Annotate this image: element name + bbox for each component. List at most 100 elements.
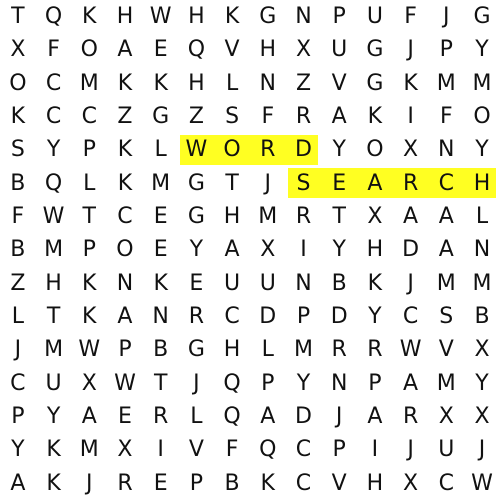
grid-cell[interactable]: T bbox=[321, 200, 357, 233]
grid-cell[interactable]: M bbox=[464, 267, 500, 300]
grid-cell[interactable]: H bbox=[179, 67, 215, 100]
grid-cell[interactable]: Z bbox=[179, 100, 215, 133]
grid-cell[interactable]: A bbox=[107, 300, 143, 333]
grid-cell[interactable]: N bbox=[107, 267, 143, 300]
grid-cell[interactable]: G bbox=[179, 200, 215, 233]
grid-cell[interactable]: J bbox=[321, 400, 357, 433]
grid-cell[interactable]: C bbox=[286, 467, 322, 500]
grid-cell[interactable]: Y bbox=[179, 233, 215, 266]
grid-cell[interactable]: K bbox=[357, 267, 393, 300]
grid-cell[interactable]: L bbox=[0, 300, 36, 333]
grid-cell[interactable]: M bbox=[36, 233, 72, 266]
grid-cell[interactable]: K bbox=[143, 267, 179, 300]
grid-cell[interactable]: X bbox=[357, 200, 393, 233]
grid-cell[interactable]: U bbox=[214, 267, 250, 300]
grid-cell[interactable]: K bbox=[214, 0, 250, 33]
grid-cell[interactable]: C bbox=[393, 300, 429, 333]
grid-cell[interactable]: A bbox=[321, 100, 357, 133]
grid-cell[interactable]: F bbox=[0, 200, 36, 233]
grid-cell[interactable]: T bbox=[214, 167, 250, 200]
grid-cell[interactable]: V bbox=[321, 467, 357, 500]
grid-cell[interactable]: A bbox=[107, 33, 143, 66]
grid-cell[interactable]: A bbox=[357, 400, 393, 433]
grid-cell[interactable]: C bbox=[36, 67, 72, 100]
grid-cell[interactable]: F bbox=[393, 0, 429, 33]
grid-cell[interactable]: Q bbox=[36, 0, 72, 33]
grid-cell[interactable]: D bbox=[286, 400, 322, 433]
grid-cell[interactable]: X bbox=[286, 33, 322, 66]
grid-cell[interactable]: C bbox=[71, 100, 107, 133]
grid-cell[interactable]: K bbox=[107, 67, 143, 100]
grid-cell[interactable]: U bbox=[250, 267, 286, 300]
grid-cell[interactable]: D bbox=[393, 233, 429, 266]
grid-cell[interactable]: X bbox=[464, 400, 500, 433]
grid-cell[interactable]: M bbox=[36, 333, 72, 366]
grid-cell[interactable]: E bbox=[107, 400, 143, 433]
grid-cell[interactable]: N bbox=[250, 67, 286, 100]
grid-cell[interactable]: C bbox=[428, 167, 464, 200]
grid-cell[interactable]: U bbox=[357, 0, 393, 33]
grid-cell[interactable]: M bbox=[428, 367, 464, 400]
grid-cell[interactable]: B bbox=[0, 233, 36, 266]
grid-cell[interactable]: G bbox=[179, 167, 215, 200]
grid-cell[interactable]: S bbox=[214, 100, 250, 133]
grid-cell[interactable]: M bbox=[428, 67, 464, 100]
grid-cell[interactable]: C bbox=[286, 433, 322, 466]
grid-cell[interactable]: P bbox=[107, 333, 143, 366]
grid-cell[interactable]: J bbox=[464, 433, 500, 466]
grid-cell[interactable]: Y bbox=[464, 133, 500, 166]
grid-cell[interactable]: N bbox=[428, 133, 464, 166]
grid-cell[interactable]: V bbox=[321, 67, 357, 100]
grid-cell[interactable]: E bbox=[143, 33, 179, 66]
grid-cell[interactable]: S bbox=[0, 133, 36, 166]
grid-cell[interactable]: W bbox=[179, 133, 215, 166]
grid-cell[interactable]: P bbox=[0, 400, 36, 433]
grid-cell[interactable]: H bbox=[214, 333, 250, 366]
grid-cell[interactable]: F bbox=[36, 33, 72, 66]
grid-cell[interactable]: C bbox=[428, 467, 464, 500]
grid-cell[interactable]: Y bbox=[464, 367, 500, 400]
grid-cell[interactable]: K bbox=[71, 0, 107, 33]
grid-cell[interactable]: W bbox=[71, 333, 107, 366]
grid-cell[interactable]: L bbox=[464, 200, 500, 233]
grid-cell[interactable]: M bbox=[464, 67, 500, 100]
grid-cell[interactable]: N bbox=[286, 0, 322, 33]
grid-cell[interactable]: P bbox=[179, 467, 215, 500]
grid-cell[interactable]: K bbox=[357, 100, 393, 133]
grid-cell[interactable]: W bbox=[107, 367, 143, 400]
grid-cell[interactable]: Q bbox=[36, 167, 72, 200]
grid-cell[interactable]: H bbox=[214, 200, 250, 233]
grid-cell[interactable]: O bbox=[464, 100, 500, 133]
grid-cell[interactable]: X bbox=[393, 133, 429, 166]
grid-cell[interactable]: Y bbox=[321, 233, 357, 266]
grid-cell[interactable]: V bbox=[179, 433, 215, 466]
grid-cell[interactable]: R bbox=[393, 167, 429, 200]
grid-cell[interactable]: Z bbox=[286, 67, 322, 100]
grid-cell[interactable]: G bbox=[464, 0, 500, 33]
grid-cell[interactable]: R bbox=[393, 400, 429, 433]
grid-cell[interactable]: X bbox=[464, 333, 500, 366]
grid-cell[interactable]: E bbox=[143, 233, 179, 266]
grid-cell[interactable]: M bbox=[250, 200, 286, 233]
grid-cell[interactable]: L bbox=[250, 333, 286, 366]
grid-cell[interactable]: Q bbox=[214, 367, 250, 400]
grid-cell[interactable]: G bbox=[250, 0, 286, 33]
grid-cell[interactable]: M bbox=[143, 167, 179, 200]
grid-cell[interactable]: Y bbox=[36, 400, 72, 433]
grid-cell[interactable]: X bbox=[393, 467, 429, 500]
grid-cell[interactable]: A bbox=[0, 467, 36, 500]
grid-cell[interactable]: Z bbox=[0, 267, 36, 300]
grid-cell[interactable]: H bbox=[357, 233, 393, 266]
grid-cell[interactable]: J bbox=[428, 0, 464, 33]
grid-cell[interactable]: C bbox=[214, 300, 250, 333]
grid-cell[interactable]: I bbox=[357, 433, 393, 466]
grid-cell[interactable]: F bbox=[428, 100, 464, 133]
grid-cell[interactable]: Q bbox=[179, 33, 215, 66]
grid-cell[interactable]: U bbox=[36, 367, 72, 400]
grid-cell[interactable]: A bbox=[428, 200, 464, 233]
grid-cell[interactable]: O bbox=[71, 33, 107, 66]
grid-cell[interactable]: R bbox=[143, 400, 179, 433]
grid-cell[interactable]: V bbox=[428, 333, 464, 366]
grid-cell[interactable]: L bbox=[143, 133, 179, 166]
grid-cell[interactable]: R bbox=[357, 333, 393, 366]
